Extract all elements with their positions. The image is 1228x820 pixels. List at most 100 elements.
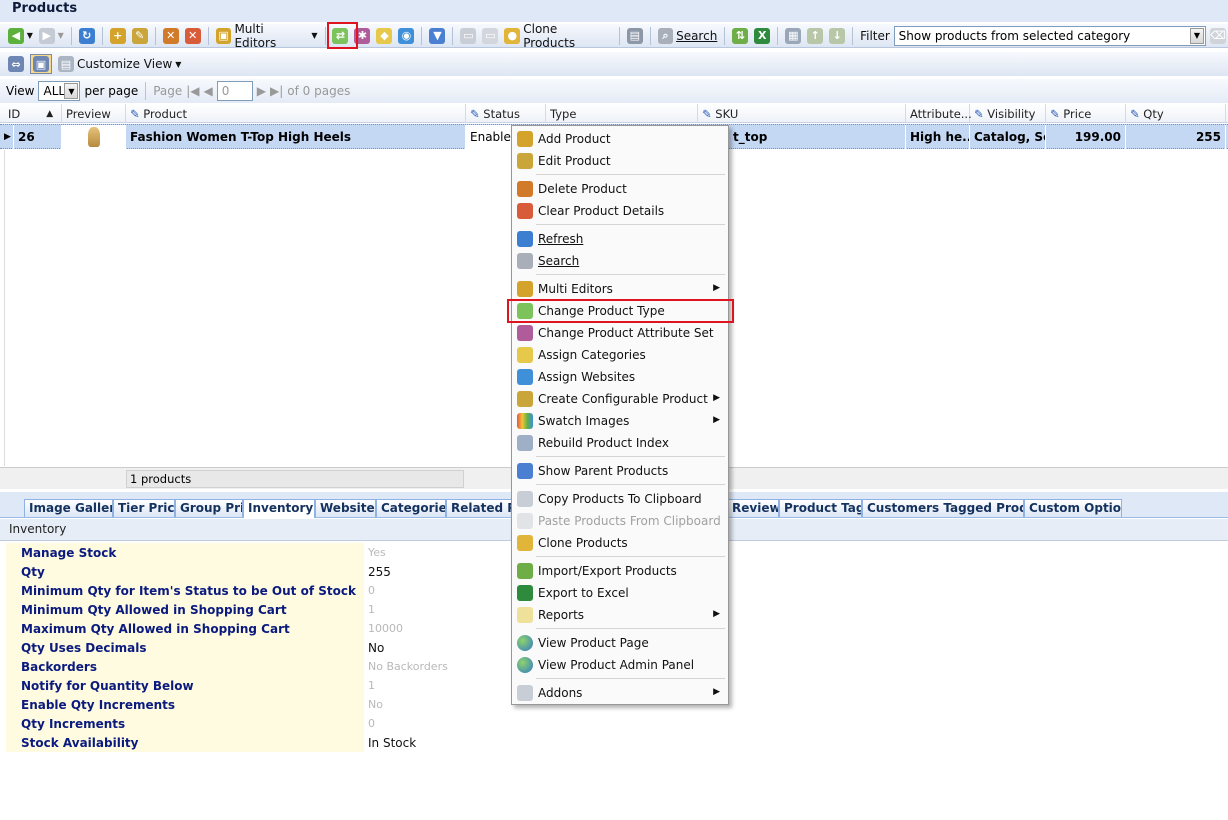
toolbar-separator — [724, 26, 726, 45]
page-number-input[interactable]: 0 — [216, 81, 253, 101]
tab-product-tags[interactable]: Product Tags — [779, 499, 862, 517]
refresh-icon: ↻ — [78, 27, 95, 44]
column-header-price[interactable]: ✎ Price — [1046, 104, 1126, 123]
filter-clear-button[interactable]: ⌫ — [1208, 26, 1228, 46]
toolbar-separator — [154, 26, 156, 45]
tab-image-gallery[interactable]: Image Gallery — [24, 499, 113, 517]
change-product-type-button[interactable]: ⇄ — [330, 26, 350, 46]
menu-item-view-product-page[interactable]: View Product Page — [512, 632, 728, 654]
refresh-button[interactable]: ↻ — [77, 26, 97, 46]
menu-item-multi-editors[interactable]: Multi Editors ▶ — [512, 278, 728, 300]
menu-item-show-parent-products[interactable]: Show Parent Products — [512, 460, 728, 482]
menu-item-rebuild-index[interactable]: Rebuild Product Index — [512, 432, 728, 454]
last-page-icon[interactable]: ▶| — [270, 84, 283, 98]
prop-row[interactable]: Qty Increments 0 — [6, 714, 1228, 733]
column-header-visibility[interactable]: ✎ Visibility — [970, 104, 1046, 123]
search-button[interactable]: ⌕ Search — [656, 26, 720, 46]
menu-item-create-configurable[interactable]: Create Configurable Product ▶ — [512, 388, 728, 410]
column-header-preview[interactable]: Preview — [62, 104, 126, 123]
row-indicator-icon: ▶ — [0, 125, 14, 149]
customize-view-button[interactable]: ▤ Customize View ▼ — [56, 54, 183, 74]
tab-tier-price[interactable]: Tier Price — [113, 499, 175, 517]
first-page-icon[interactable]: |◀ — [186, 84, 199, 98]
import-export-button[interactable]: ⇅ — [730, 26, 750, 46]
column-header-qty[interactable]: ✎ Qty — [1126, 104, 1226, 123]
menu-item-reports[interactable]: Reports ▶ — [512, 604, 728, 626]
copy-icon: ▭ — [460, 27, 477, 44]
cell-id: 26 — [14, 125, 62, 149]
menu-item-change-product-type[interactable]: Change Product Type — [512, 300, 728, 322]
menu-item-clear-product-details[interactable]: Clear Product Details — [512, 200, 728, 222]
menu-item-edit-product[interactable]: Edit Product — [512, 150, 728, 172]
menu-item-swatch-images[interactable]: Swatch Images ▶ — [512, 410, 728, 432]
prop-row[interactable]: Stock Availability In Stock — [6, 733, 1228, 752]
menu-item-export-excel[interactable]: Export to Excel — [512, 582, 728, 604]
multi-editors-button[interactable]: ▣ Multi Editors ▼ — [214, 22, 320, 50]
export-excel-button[interactable]: X — [752, 26, 772, 46]
document-icon: ▤ — [626, 27, 643, 44]
menu-item-refresh[interactable]: Refresh — [512, 228, 728, 250]
tab-categories[interactable]: Categories — [376, 499, 446, 517]
tab-group-price[interactable]: Group Price — [175, 499, 243, 517]
sort-asc-button[interactable]: ↑ — [805, 26, 825, 46]
per-page-value: ALL — [43, 84, 66, 98]
copy-button[interactable]: ▭ — [458, 26, 478, 46]
menu-item-view-admin-panel[interactable]: View Product Admin Panel — [512, 654, 728, 676]
column-header-type[interactable]: Type — [546, 104, 698, 123]
assign-categories-button[interactable]: ◆ — [374, 26, 394, 46]
menu-item-paste-from-clipboard[interactable]: Paste Products From Clipboard — [512, 510, 728, 532]
tab-websites[interactable]: Websites — [315, 499, 376, 517]
assign-websites-button[interactable]: ◉ — [396, 26, 416, 46]
sort-desc-button[interactable]: ↓ — [827, 26, 847, 46]
add-product-button[interactable]: + — [108, 26, 128, 46]
menu-item-addons[interactable]: Addons ▶ — [512, 682, 728, 704]
cell-status: Enabled — [466, 125, 512, 149]
show-parent-button[interactable]: ▼ — [427, 26, 447, 46]
forward-button[interactable]: ▶ ▼ — [37, 26, 66, 46]
menu-item-change-attribute-set[interactable]: Change Product Attribute Set — [512, 322, 728, 344]
menu-separator — [536, 628, 725, 629]
edit-document-button[interactable]: ▤ — [625, 26, 645, 46]
clear-product-button[interactable]: ✕ — [183, 26, 203, 46]
delete-product-icon: ✕ — [162, 27, 179, 44]
submenu-arrow-icon: ▶ — [713, 415, 720, 425]
change-attribute-set-button[interactable]: ✱ — [352, 26, 372, 46]
menu-item-assign-websites[interactable]: Assign Websites — [512, 366, 728, 388]
column-header-id[interactable]: ID ▲ — [0, 104, 62, 123]
prop-value: 255 — [368, 564, 391, 579]
edit-product-button[interactable]: ✎ — [130, 26, 150, 46]
column-header-sku[interactable]: ✎ SKU — [698, 104, 906, 123]
tab-reviews[interactable]: Reviews — [727, 499, 779, 517]
cell-price: 199.00 — [1046, 125, 1126, 149]
toolbar-separator — [777, 26, 779, 45]
fit-columns-button[interactable]: ▣ — [30, 54, 52, 74]
tab-inventory[interactable]: Inventory — [243, 499, 315, 518]
toolbar-separator — [324, 26, 326, 45]
column-header-product[interactable]: ✎ Product — [126, 104, 466, 123]
clone-products-button[interactable]: ● Clone Products — [502, 22, 613, 50]
filter-select[interactable]: Show products from selected category ▼ — [893, 25, 1206, 46]
chevron-down-icon: ▼ — [64, 83, 79, 99]
tab-customers-tagged-product[interactable]: Customers Tagged Product — [862, 499, 1024, 517]
menu-item-search[interactable]: Search — [512, 250, 728, 272]
menu-item-assign-categories[interactable]: Assign Categories — [512, 344, 728, 366]
report-button[interactable]: ▦ — [783, 26, 803, 46]
prop-label: Qty Uses Decimals — [6, 638, 364, 657]
prev-page-icon[interactable]: ◀ — [204, 84, 213, 98]
menu-item-copy-to-clipboard[interactable]: Copy Products To Clipboard — [512, 488, 728, 510]
menu-item-add-product[interactable]: Add Product — [512, 128, 728, 150]
back-button[interactable]: ◀ ▼ — [6, 26, 35, 46]
prop-label: Qty — [6, 562, 364, 581]
menu-item-delete-product[interactable]: Delete Product — [512, 178, 728, 200]
tab-related-products[interactable]: Related Pr — [446, 499, 512, 517]
next-page-icon[interactable]: ▶ — [257, 84, 266, 98]
column-header-status[interactable]: ✎ Status — [466, 104, 546, 123]
delete-product-button[interactable]: ✕ — [161, 26, 181, 46]
tab-custom-options[interactable]: Custom Options — [1024, 499, 1122, 517]
per-page-select[interactable]: ALL ▼ — [38, 81, 81, 101]
column-header-attribute[interactable]: Attribute... — [906, 104, 972, 123]
paste-button[interactable]: ▭ — [480, 26, 500, 46]
expand-button[interactable]: ⇔ — [6, 54, 26, 74]
menu-item-import-export[interactable]: Import/Export Products — [512, 560, 728, 582]
menu-item-clone-products[interactable]: Clone Products — [512, 532, 728, 554]
